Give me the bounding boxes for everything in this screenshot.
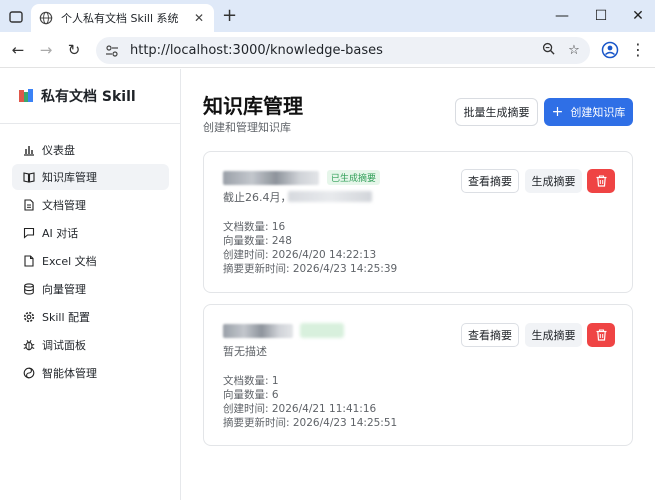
site-info-icon[interactable] xyxy=(104,43,120,59)
sidebar-item-dashboard[interactable]: 仪表盘 xyxy=(12,137,169,163)
view-summary-button[interactable]: 查看摘要 xyxy=(461,169,519,193)
bar-chart-icon xyxy=(24,146,34,156)
plus-icon: + xyxy=(551,104,564,120)
sidebar-item-debug-panel[interactable]: 调试面板 xyxy=(12,332,169,358)
bug-icon xyxy=(23,340,35,351)
kb-created-time: 创建时间: 2026/4/21 11:41:16 xyxy=(223,403,377,415)
sidebar-item-skill-config[interactable]: Skill 配置 xyxy=(12,304,169,330)
sidebar-item-ai-chat[interactable]: AI 对话 xyxy=(12,220,169,246)
logo-icon xyxy=(19,89,33,102)
kb-description-redacted xyxy=(288,191,372,202)
knowledge-base-card: 已生成摘要 截止26.4月， 文档数量: 16 向量数量: 248 创建时间: … xyxy=(203,151,633,293)
sidebar-item-label: 仪表盘 xyxy=(42,144,75,157)
sidebar-item-label: 文档管理 xyxy=(42,199,86,212)
sidebar-item-agents[interactable]: 智能体管理 xyxy=(12,360,169,386)
sidebar-item-excel-docs[interactable]: Excel 文档 xyxy=(12,248,169,274)
globe-icon xyxy=(39,11,53,25)
trash-icon xyxy=(596,175,606,187)
agent-icon xyxy=(23,367,35,379)
close-tab-icon[interactable]: ✕ xyxy=(192,11,206,25)
generate-summary-button[interactable]: 生成摘要 xyxy=(525,323,582,347)
reload-icon[interactable]: ↻ xyxy=(64,40,84,60)
trash-icon xyxy=(596,329,606,341)
sidebar-item-label: 知识库管理 xyxy=(42,171,97,184)
delete-button[interactable] xyxy=(587,323,615,347)
gear-icon xyxy=(23,311,35,323)
file-text-icon xyxy=(24,199,34,211)
browser-toolbar: ← → ↻ http://localhost:3000/knowledge-ba… xyxy=(0,32,655,68)
bookmark-star-icon[interactable]: ☆ xyxy=(564,43,584,58)
sidebar-item-knowledge-bases[interactable]: 知识库管理 xyxy=(12,164,169,190)
minimize-icon[interactable]: — xyxy=(552,6,572,26)
file-icon xyxy=(24,255,34,267)
book-open-icon xyxy=(23,172,35,183)
sidebar-item-label: AI 对话 xyxy=(42,227,79,240)
browser-tab-bar: 个人私有文档 Skill 系统 ✕ + — ☐ ✕ xyxy=(0,0,655,32)
sidebar-item-documents[interactable]: 文档管理 xyxy=(12,192,169,218)
page-subtitle: 创建和管理知识库 xyxy=(203,121,291,134)
summary-status-badge: 已生成摘要 xyxy=(327,170,381,185)
kb-vector-count: 向量数量: 248 xyxy=(223,235,292,247)
tab-title: 个人私有文档 Skill 系统 xyxy=(61,12,179,25)
sidebar-item-label: Excel 文档 xyxy=(42,255,97,268)
kb-name-redacted xyxy=(223,171,319,185)
database-icon xyxy=(24,283,34,295)
forward-icon[interactable]: → xyxy=(36,40,56,60)
batch-generate-summary-button[interactable]: 批量生成摘要 xyxy=(455,98,538,126)
address-bar[interactable]: http://localhost:3000/knowledge-bases ☆ xyxy=(96,37,590,64)
kb-doc-count: 文档数量: 1 xyxy=(223,375,279,387)
sidebar-divider xyxy=(0,123,181,124)
profile-icon[interactable] xyxy=(601,41,619,59)
brand[interactable]: 私有文档 Skill xyxy=(18,86,136,106)
knowledge-base-card: 暂无描述 文档数量: 1 向量数量: 6 创建时间: 2026/4/21 11:… xyxy=(203,304,633,446)
brand-name: 私有文档 Skill xyxy=(41,89,136,105)
sidebar: 私有文档 Skill 仪表盘 知识库管理 文档管理 AI 对话 Excel 文档… xyxy=(0,69,181,500)
kb-description: 暂无描述 xyxy=(223,345,267,358)
close-window-icon[interactable]: ✕ xyxy=(628,6,648,26)
sidebar-item-label: 调试面板 xyxy=(42,339,86,352)
browser-tab[interactable]: 个人私有文档 Skill 系统 ✕ xyxy=(31,4,214,32)
menu-kebab-icon[interactable]: ⋮ xyxy=(630,40,646,60)
zoom-icon[interactable] xyxy=(538,42,558,59)
kb-doc-count: 文档数量: 16 xyxy=(223,221,286,233)
kb-vector-count: 向量数量: 6 xyxy=(223,389,279,401)
delete-button[interactable] xyxy=(587,169,615,193)
create-knowledge-base-button[interactable]: + 创建知识库 xyxy=(544,98,633,126)
new-tab-icon[interactable]: + xyxy=(222,6,237,26)
kb-summary-updated-time: 摘要更新时间: 2026/4/23 14:25:51 xyxy=(223,417,398,429)
url-text[interactable]: http://localhost:3000/knowledge-bases xyxy=(130,43,538,58)
view-summary-button[interactable]: 查看摘要 xyxy=(461,323,519,347)
kb-name-redacted xyxy=(223,324,293,338)
sidebar-item-label: 向量管理 xyxy=(42,283,86,296)
kb-summary-updated-time: 摘要更新时间: 2026/4/23 14:25:39 xyxy=(223,263,398,275)
sidebar-item-label: Skill 配置 xyxy=(42,311,91,324)
message-icon xyxy=(23,227,35,239)
sidebar-item-vectors[interactable]: 向量管理 xyxy=(12,276,169,302)
maximize-icon[interactable]: ☐ xyxy=(591,6,611,26)
kb-created-time: 创建时间: 2026/4/20 14:22:13 xyxy=(223,249,377,261)
page-title: 知识库管理 xyxy=(203,94,303,118)
back-icon[interactable]: ← xyxy=(8,40,28,60)
generate-summary-button[interactable]: 生成摘要 xyxy=(525,169,582,193)
kb-description: 截止26.4月， xyxy=(223,191,292,204)
create-button-label: 创建知识库 xyxy=(570,106,626,119)
sidebar-item-label: 智能体管理 xyxy=(42,367,97,380)
tab-search-icon[interactable] xyxy=(8,9,24,25)
summary-status-badge-redacted xyxy=(300,323,344,338)
